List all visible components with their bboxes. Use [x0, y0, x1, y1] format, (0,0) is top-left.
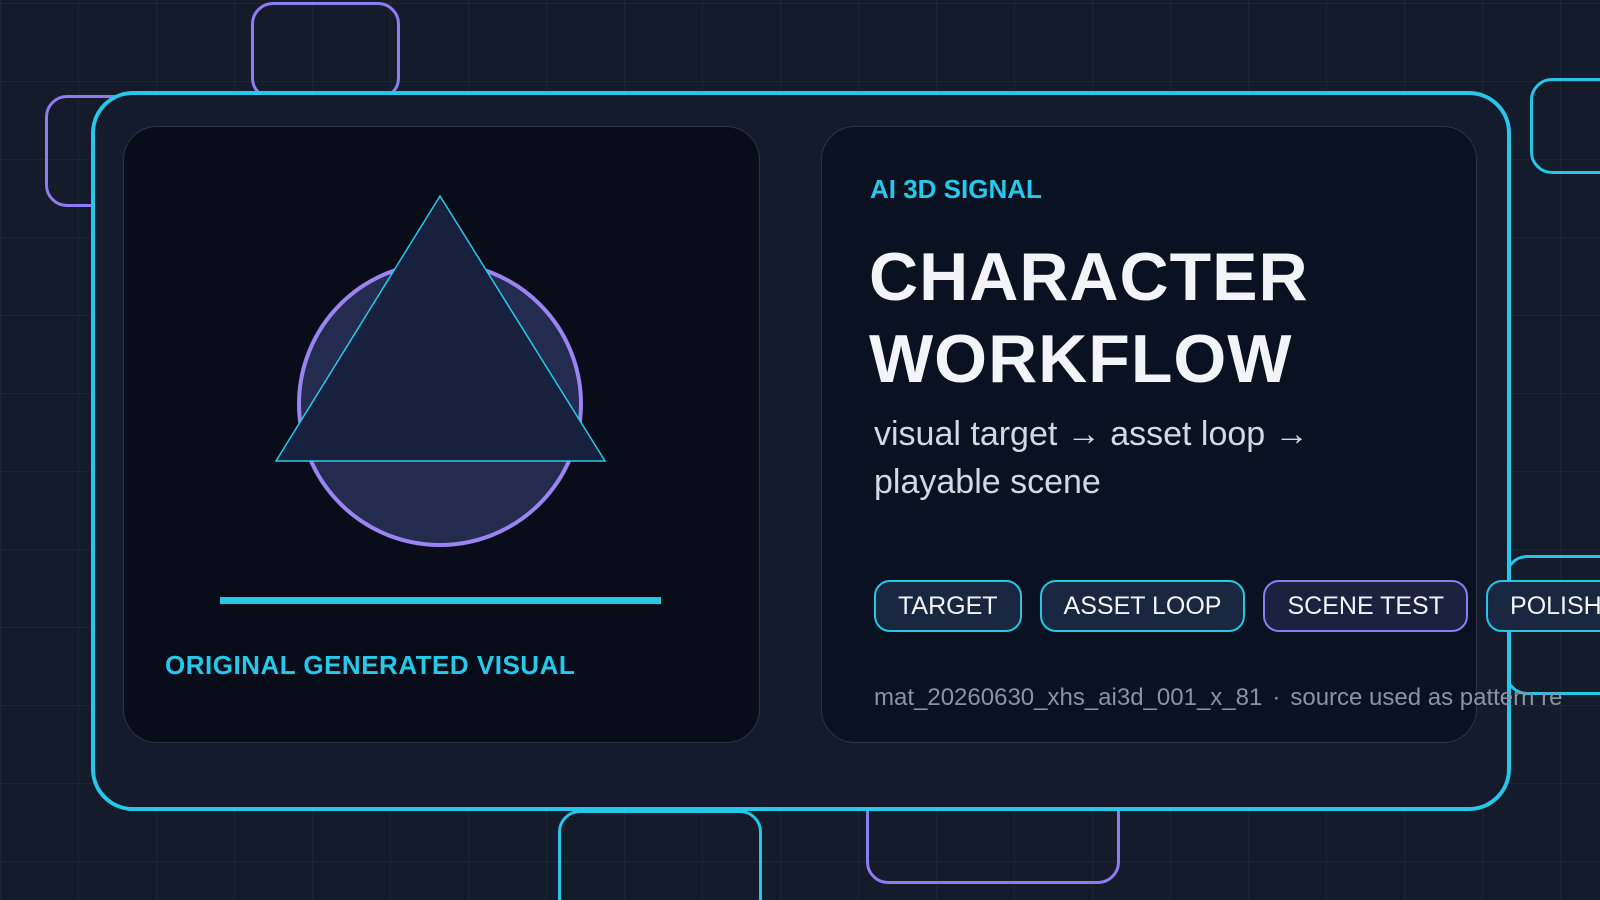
visual-caption: ORIGINAL GENERATED VISUAL: [165, 650, 576, 680]
visual-underline-bar: [220, 597, 661, 604]
material-id: mat_20260630_xhs_ai3d_001_x_81: [874, 684, 1263, 711]
chip-polish[interactable]: POLISH: [1486, 580, 1600, 632]
source-meta: mat_20260630_xhs_ai3d_001_x_81 · source us…: [874, 684, 1563, 712]
source-note: source used as pattern re: [1290, 684, 1563, 711]
stage-chips: TARGET ASSET LOOP SCENE TEST POLISH: [874, 580, 1600, 632]
title-line-2: WORKFLOW: [869, 321, 1293, 397]
chip-target[interactable]: TARGET: [874, 580, 1022, 632]
eyebrow-label: AI 3D SIGNAL: [870, 174, 1042, 204]
workflow-subtitle: visual target → asset loop → playable sc…: [874, 415, 1309, 501]
chip-asset-loop[interactable]: ASSET LOOP: [1039, 580, 1246, 632]
chip-scene-test[interactable]: SCENE TEST: [1263, 580, 1469, 632]
meta-separator: ·: [1272, 684, 1281, 711]
title-line-1: CHARACTER: [869, 239, 1309, 315]
page-title: CHARACTER WORKFLOW: [869, 236, 1309, 400]
